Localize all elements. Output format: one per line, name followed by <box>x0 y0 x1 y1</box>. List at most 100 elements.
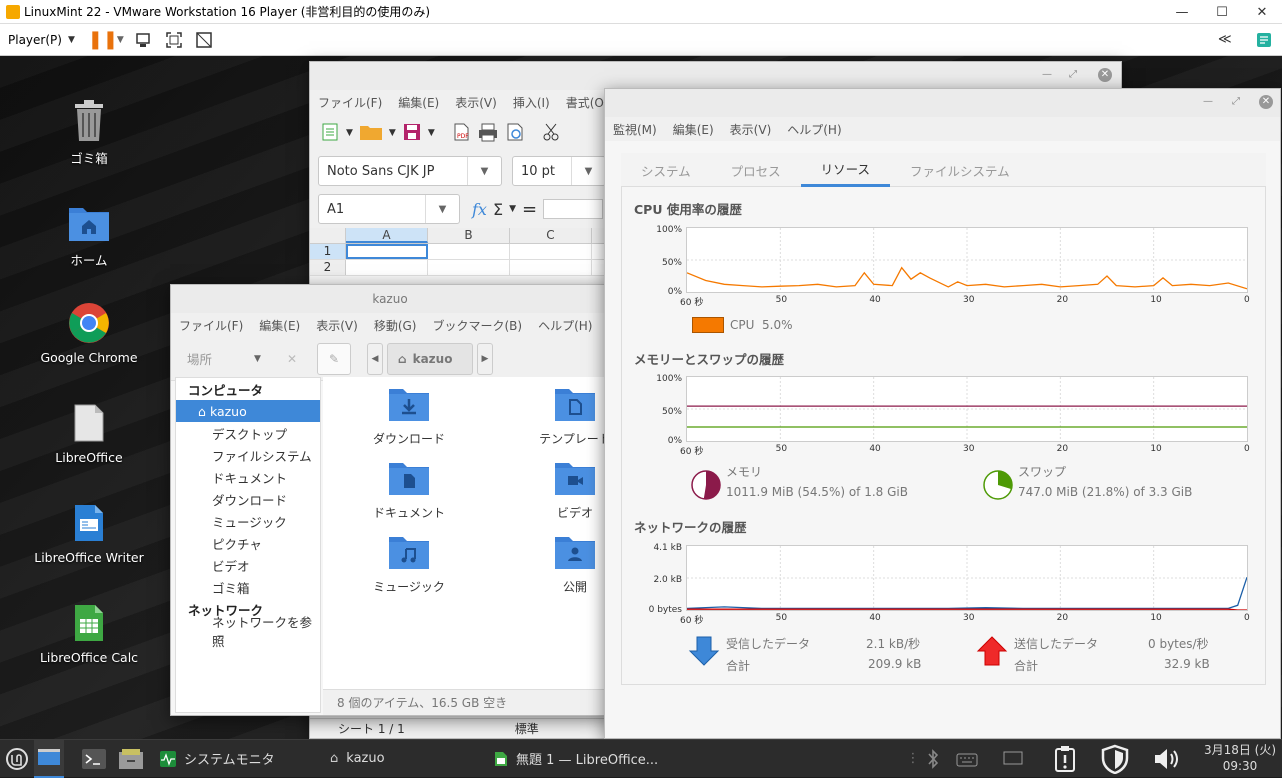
download-arrow-icon[interactable] <box>688 635 720 667</box>
sidebar-item-music[interactable]: ミュージック <box>176 510 320 532</box>
cell[interactable] <box>428 260 510 275</box>
save-icon[interactable] <box>402 122 422 145</box>
file-item-documents[interactable]: ドキュメント <box>349 461 469 521</box>
column-header[interactable]: B <box>428 228 510 243</box>
tray-handle-icon[interactable]: ⋮ <box>906 740 920 778</box>
cell[interactable] <box>510 260 592 275</box>
path-back-button[interactable]: ◀ <box>367 342 383 375</box>
cell[interactable] <box>346 260 428 275</box>
security-shield-icon[interactable] <box>1098 740 1132 778</box>
name-box[interactable]: A1 ▼ <box>318 194 460 224</box>
column-header[interactable]: C <box>510 228 592 243</box>
volume-icon[interactable] <box>1150 740 1184 778</box>
tab-processes[interactable]: プロセス <box>711 153 801 187</box>
menu-edit[interactable]: 編集(E) <box>251 317 308 334</box>
fullscreen-icon[interactable] <box>164 30 184 50</box>
sum-dropdown-icon[interactable]: ▼ <box>509 204 516 214</box>
sidebar-item-pictures[interactable]: ピクチャ <box>176 532 320 554</box>
menu-bookmarks[interactable]: ブックマーク(B) <box>424 317 530 334</box>
collapse-toolbar-icon[interactable]: ≪ <box>1218 32 1232 47</box>
menu-view[interactable]: 表示(V) <box>308 317 366 334</box>
close-icon[interactable]: ✕ <box>1242 0 1282 24</box>
places-selector[interactable]: 場所 <box>187 349 212 368</box>
notes-icon[interactable] <box>1254 30 1274 50</box>
sum-icon[interactable]: Σ <box>493 200 503 219</box>
formula-equals-icon[interactable]: = <box>522 199 537 220</box>
show-desktop-button[interactable] <box>34 739 64 778</box>
path-button-home[interactable]: ⌂ kazuo <box>387 342 473 375</box>
formula-input[interactable] <box>543 199 604 219</box>
chevron-down-icon[interactable]: ▼ <box>425 195 459 223</box>
cpu-color-swatch[interactable] <box>692 317 724 333</box>
taskbar-item-file-manager[interactable]: ⌂ kazuo <box>322 740 486 778</box>
cut-icon[interactable] <box>541 122 561 145</box>
upload-arrow-icon[interactable] <box>976 635 1008 667</box>
desktop-icon-calc[interactable]: LibreOffice Calc <box>34 602 144 665</box>
save-dropdown-icon[interactable]: ▼ <box>428 128 435 138</box>
terminal-launcher[interactable] <box>74 740 114 778</box>
unity-mode-icon[interactable] <box>194 30 214 50</box>
minimize-icon[interactable]: — <box>1162 0 1202 24</box>
menu-file[interactable]: ファイル(F) <box>171 317 251 334</box>
player-menu[interactable]: Player(P) <box>8 33 62 47</box>
sidebar-item-downloads[interactable]: ダウンロード <box>176 488 320 510</box>
desktop-icon-home[interactable]: ホーム <box>34 202 144 269</box>
menu-help[interactable]: ヘルプ(H) <box>530 317 600 334</box>
sidebar-item-home[interactable]: ⌂ kazuo <box>176 400 320 422</box>
memory-pie-icon[interactable] <box>690 469 722 501</box>
file-item-music[interactable]: ミュージック <box>349 535 469 595</box>
print-icon[interactable] <box>477 122 499 145</box>
menu-help[interactable]: ヘルプ(H) <box>779 121 849 138</box>
send-ctrl-alt-del-icon[interactable] <box>134 30 154 50</box>
file-item-downloads[interactable]: ダウンロード <box>349 387 469 447</box>
menu-edit[interactable]: 編集(E) <box>665 121 722 138</box>
menu-file[interactable]: ファイル(F) <box>310 94 390 111</box>
edit-path-button[interactable]: ✎ <box>317 342 351 375</box>
font-name-combo[interactable]: Noto Sans CJK JP ▼ <box>318 156 502 186</box>
cell[interactable] <box>510 244 592 259</box>
menu-button[interactable] <box>0 740 34 778</box>
menu-view[interactable]: 表示(V) <box>722 121 780 138</box>
close-icon[interactable]: ✕ <box>1098 68 1112 82</box>
row-header[interactable]: 1 <box>310 244 346 259</box>
print-preview-icon[interactable] <box>505 122 525 145</box>
minimize-icon[interactable]: — <box>1040 68 1054 82</box>
chevron-down-icon[interactable]: ▼ <box>571 157 605 185</box>
clock[interactable]: 3月18日 (火) 09:30 <box>1200 742 1280 774</box>
sidebar-item-filesystem[interactable]: ファイルシステム <box>176 444 320 466</box>
tab-filesystems[interactable]: ファイルシステム <box>890 153 1030 187</box>
swap-pie-icon[interactable] <box>982 469 1014 501</box>
minimize-icon[interactable]: — <box>1201 95 1215 109</box>
menu-go[interactable]: 移動(G) <box>366 317 425 334</box>
player-menu-chevron-icon[interactable]: ▼ <box>68 35 75 45</box>
sidebar-item-browse-network[interactable]: ネットワークを参照 <box>176 615 320 649</box>
tab-system[interactable]: システム <box>621 153 711 187</box>
path-forward-button[interactable]: ▶ <box>477 342 493 375</box>
files-launcher[interactable] <box>114 740 148 778</box>
tab-resources[interactable]: リソース <box>800 153 891 187</box>
chevron-down-icon[interactable]: ▼ <box>254 354 261 364</box>
maximize-icon[interactable]: ⤢ <box>1066 68 1080 82</box>
close-sidebar-icon[interactable]: ✕ <box>287 352 297 366</box>
display-icon[interactable] <box>1000 740 1026 778</box>
update-manager-icon[interactable] <box>1050 740 1080 778</box>
new-dropdown-icon[interactable]: ▼ <box>346 128 353 138</box>
export-pdf-icon[interactable]: PDF <box>451 122 471 145</box>
new-spreadsheet-icon[interactable] <box>320 122 340 145</box>
cell[interactable] <box>428 244 510 259</box>
menu-view[interactable]: 表示(V) <box>447 94 505 111</box>
pause-icon[interactable]: ❚❚ <box>88 29 118 50</box>
cell-a1[interactable] <box>346 244 428 259</box>
chevron-down-icon[interactable]: ▼ <box>467 157 501 185</box>
menu-monitor[interactable]: 監視(M) <box>605 121 665 138</box>
sidebar-item-documents[interactable]: ドキュメント <box>176 466 320 488</box>
maximize-icon[interactable]: ⤢ <box>1229 95 1243 109</box>
maximize-icon[interactable]: ☐ <box>1202 0 1242 24</box>
bluetooth-icon[interactable] <box>922 740 944 778</box>
sidebar-item-desktop[interactable]: デスクトップ <box>176 422 320 444</box>
sidebar-item-trash[interactable]: ゴミ箱 <box>176 576 320 598</box>
sidebar-item-videos[interactable]: ビデオ <box>176 554 320 576</box>
font-size-combo[interactable]: 10 pt ▼ <box>512 156 606 186</box>
function-wizard-icon[interactable]: fx <box>472 200 487 219</box>
column-header[interactable]: A <box>346 228 428 243</box>
